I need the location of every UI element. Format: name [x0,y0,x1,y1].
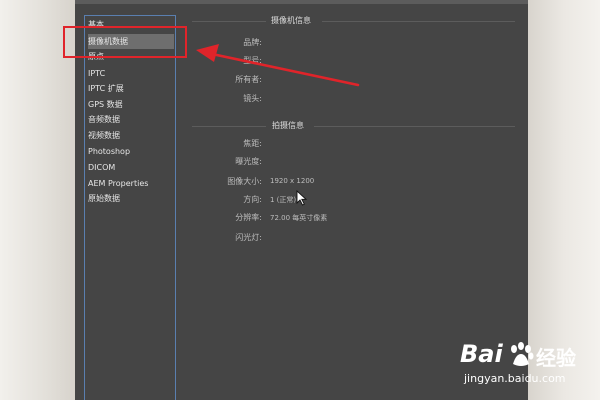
watermark-brand: Bai [460,340,503,368]
watermark-suffix: 经验 [536,346,576,370]
watermark-url: jingyan.baidu.com [464,372,566,385]
paw-logo-icon [511,342,534,366]
baidu-jingyan-watermark: Bai 经验 jingyan.baidu.com [440,340,590,390]
